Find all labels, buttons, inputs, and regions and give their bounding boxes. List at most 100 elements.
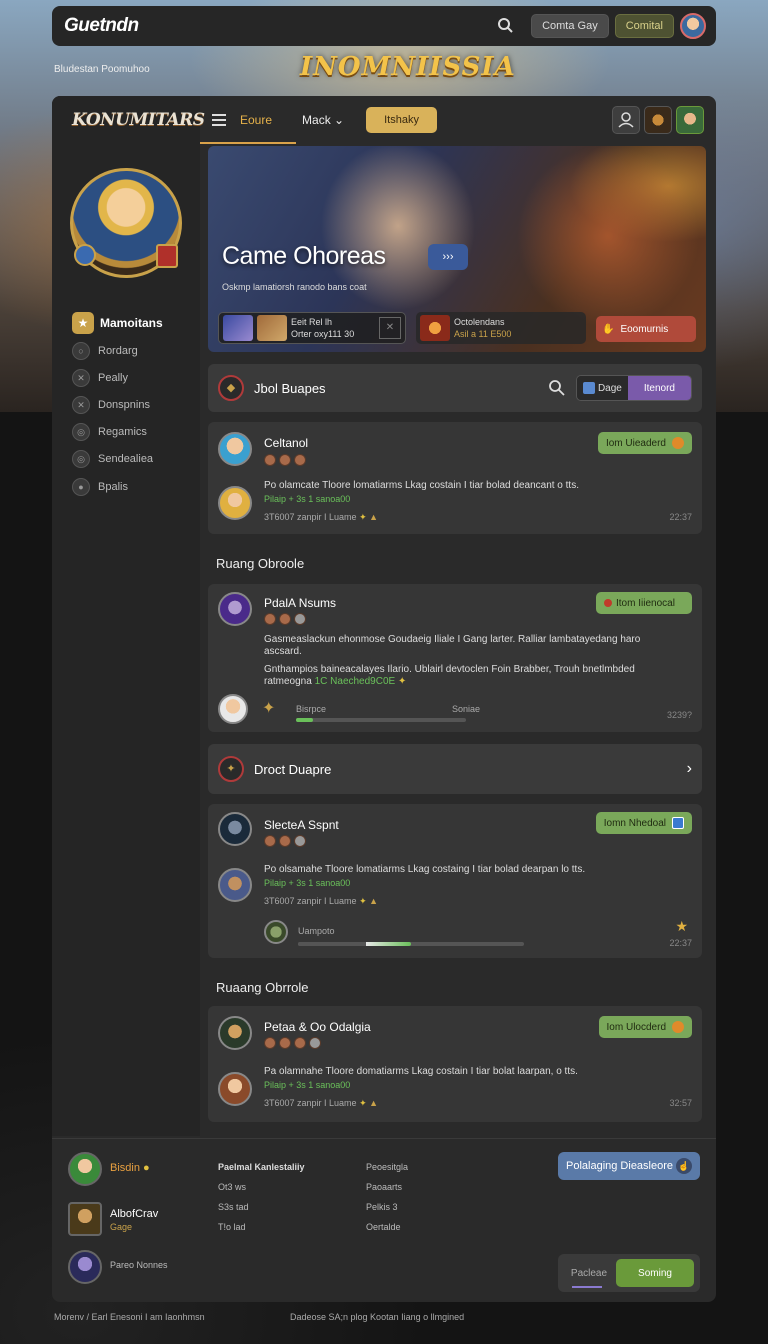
footer-note: Dadeose SA;n plog Kootan Iiang o llmgine… xyxy=(290,1312,465,1322)
footer-action-button[interactable]: Polalaging Dieasleore ☝ xyxy=(558,1152,700,1180)
banner-subtitle: Bludestan Poomuhoo xyxy=(54,64,150,75)
user-icon[interactable] xyxy=(612,106,640,134)
post-time: 22:37 xyxy=(669,512,692,522)
tab-mack[interactable]: Mack ⌄ xyxy=(302,113,344,127)
rank-badge-icon xyxy=(74,244,96,266)
top-button-2[interactable]: Comital xyxy=(614,14,674,38)
post-card[interactable]: SlecteA Sspnt Iomn Nhedoal Po olsamahe T… xyxy=(208,804,702,958)
footer-user[interactable]: Pareo Nonnes xyxy=(110,1260,168,1270)
site-logo[interactable]: Guetndn xyxy=(64,15,139,37)
status-badge[interactable]: Iom Uieaderd xyxy=(597,432,692,454)
avatar[interactable] xyxy=(218,486,252,520)
sidebar-header[interactable]: ★ Mamoitans xyxy=(72,312,163,334)
avatar[interactable] xyxy=(68,1250,102,1284)
footer-link[interactable]: Paoaarts xyxy=(366,1182,402,1192)
tab-eoure[interactable]: Eoure xyxy=(240,113,272,127)
footer-link[interactable]: Ot3 ws xyxy=(218,1182,246,1192)
profile-thumb-icon[interactable] xyxy=(676,106,704,134)
sidebar-item-sendealiea[interactable]: ◎ Sendealiea xyxy=(72,450,153,468)
footer-toggle[interactable]: Pacleae Soming xyxy=(558,1254,700,1292)
avatar[interactable] xyxy=(264,920,288,944)
direct-bar[interactable]: ✦ Droct Duapre › xyxy=(208,744,702,794)
toggle-option-itenord[interactable]: Itenord xyxy=(627,376,691,400)
footer-col-title: Paelmal Kanlestaliiy xyxy=(218,1162,305,1172)
sidebar-logo[interactable]: KONUMITARS xyxy=(72,110,205,130)
toggle-option-soming[interactable]: Soming xyxy=(616,1259,694,1287)
hero-action-button[interactable]: ✋ Eoomurnis xyxy=(596,316,696,342)
character-thumb-icon[interactable] xyxy=(644,106,672,134)
status-badge-label: Itom Iiienocal xyxy=(616,597,675,609)
footer-user[interactable]: AlbofCrav xyxy=(110,1208,158,1220)
sidebar-item-rordarg[interactable]: ○ Rordarg xyxy=(72,342,138,360)
post-card[interactable]: PdalA Nsums Itom Iiienocal Gasmeaslackun… xyxy=(208,584,702,732)
banner-badge-icon xyxy=(156,244,178,268)
sidebar-item-donspnins[interactable]: ✕ Donspnins xyxy=(72,396,150,414)
sidebar-item-peally[interactable]: ✕ Peally xyxy=(72,369,128,387)
sidebar-item-regamics[interactable]: ◎ Regamics xyxy=(72,423,147,441)
post-card[interactable]: Petaa & Oo Odalgia Iom Ulocderd Pa olamn… xyxy=(208,1006,702,1122)
footer-link[interactable]: T!o lad xyxy=(218,1222,246,1232)
top-button-1[interactable]: Comta Gay xyxy=(531,14,609,38)
footer-link[interactable]: Oertalde xyxy=(366,1222,401,1232)
search-icon[interactable] xyxy=(495,15,517,37)
hero-subtitle: Oskmp lamatiorsh ranodo bans coat xyxy=(222,282,367,292)
post-stats: Pilaip + 3s 1 sanoa00 xyxy=(264,878,351,888)
reaction-icons xyxy=(264,835,309,847)
group-bar: ◆ Jbol Buapes Dage Itenord xyxy=(208,364,702,412)
hero-card-line: Octolendans xyxy=(454,317,505,327)
tab-mack-label: Mack xyxy=(302,113,331,127)
footer-link[interactable]: Peoesitgla xyxy=(366,1162,408,1172)
group-bar-title: Jbol Buapes xyxy=(254,380,326,396)
hero-banner[interactable]: Came Ohoreas ››› Oskmp lamatiorsh ranodo… xyxy=(208,146,706,352)
post-author[interactable]: SlecteA Sspnt xyxy=(264,818,339,832)
avatar[interactable] xyxy=(68,1202,102,1236)
post-text-prefix: ratmeogna xyxy=(264,676,312,687)
user-avatar[interactable] xyxy=(680,13,706,39)
section-title: Ruaang Obrrole xyxy=(216,980,309,995)
toggle-option-dage[interactable]: Dage xyxy=(576,376,628,400)
event-thumb-icon xyxy=(420,315,450,341)
status-badge[interactable]: Iom Ulocderd xyxy=(598,1016,692,1038)
post-author[interactable]: Petaa & Oo Odalgia xyxy=(264,1020,371,1034)
hero-action-label: Eoomurnis xyxy=(620,323,669,335)
view-toggle[interactable]: Dage Itenord xyxy=(575,375,692,401)
hero-event-card[interactable]: Octolendans Asil a 11 E500 xyxy=(416,312,586,344)
post-card[interactable]: Celtanol Iom Uieaderd Po olamcate Tloore… xyxy=(208,422,702,534)
reaction-icon xyxy=(264,613,276,625)
post-time: 22:37 xyxy=(669,938,692,948)
avatar[interactable] xyxy=(218,592,252,626)
status-badge[interactable]: Iomn Nhedoal xyxy=(595,812,692,834)
search-icon[interactable] xyxy=(548,379,566,397)
orb-icon xyxy=(672,1021,684,1033)
tab-itshaky[interactable]: Itshaky xyxy=(366,107,437,133)
orb-icon xyxy=(672,437,684,449)
close-icon[interactable]: ✕ xyxy=(379,317,401,339)
avatar[interactable] xyxy=(218,1016,252,1050)
sidebar-item-bpalis[interactable]: ● Bpalis xyxy=(72,478,128,496)
avatar[interactable] xyxy=(218,868,252,902)
menu-icon[interactable] xyxy=(212,111,226,129)
hero-next-button[interactable]: ››› xyxy=(428,244,468,270)
avatar[interactable] xyxy=(218,694,248,724)
post-author[interactable]: PdalA Nsums xyxy=(264,596,336,610)
avatar[interactable] xyxy=(68,1152,102,1186)
toggle-option-label: Dage xyxy=(597,382,622,394)
avatar[interactable] xyxy=(218,812,252,846)
tab-indicator xyxy=(200,142,296,144)
reaction-icon xyxy=(279,613,291,625)
post-author[interactable]: Celtanol xyxy=(264,436,308,450)
progress-fill xyxy=(296,718,313,722)
toggle-option-pacleae[interactable]: Pacleae xyxy=(564,1268,614,1279)
avatar[interactable] xyxy=(218,1072,252,1106)
hero-item-card[interactable]: Eeit Rel lh Orter oxy111 30 ✕ xyxy=(218,312,406,344)
progress-label: Uampoto xyxy=(298,926,335,936)
circle-icon: ○ xyxy=(72,342,90,360)
hero-card-line: Eeit Rel lh xyxy=(291,317,333,327)
footer-link[interactable]: S3s tad xyxy=(218,1202,249,1212)
hand-icon: ✋ xyxy=(602,323,615,335)
footer-link[interactable]: Pelkis 3 xyxy=(366,1202,398,1212)
avatar[interactable] xyxy=(218,432,252,466)
chevron-right-icon[interactable]: › xyxy=(687,760,692,778)
status-badge[interactable]: Itom Iiienocal xyxy=(596,592,692,614)
footer-user[interactable]: Bisdin ● xyxy=(110,1162,150,1174)
